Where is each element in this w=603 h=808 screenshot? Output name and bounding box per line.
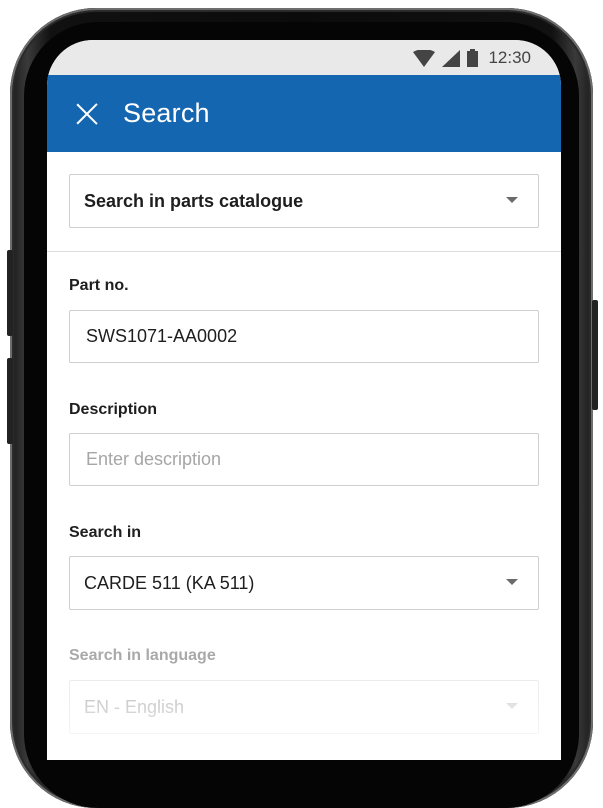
search-in-select[interactable]: CARDE 511 (KA 511) (69, 556, 539, 610)
description-label: Description (69, 401, 158, 418)
wifi-icon (413, 49, 436, 67)
status-bar: 12:30 (47, 40, 561, 75)
chevron-down-icon (506, 703, 518, 709)
signal-icon (442, 49, 461, 67)
page-title: Search (123, 98, 210, 128)
side-button-left-2 (7, 358, 13, 444)
catalogue-select[interactable]: Search in parts catalogue (69, 174, 539, 228)
chevron-down-icon (506, 197, 518, 203)
search-language-label: Search in language (69, 647, 216, 664)
status-time: 12:30 (488, 48, 531, 67)
search-language-select: EN - English (69, 680, 539, 734)
side-button-right (592, 300, 598, 410)
catalogue-select-value: Search in parts catalogue (84, 190, 304, 211)
close-icon[interactable] (73, 100, 101, 128)
part-no-field[interactable] (69, 310, 539, 363)
search-form: Part no. Description Search in CARDE 511… (47, 252, 561, 734)
phone-screen: 12:30 Search Search in parts catalogue P… (47, 40, 561, 760)
description-input[interactable] (84, 448, 538, 471)
search-language-value: EN - English (84, 696, 185, 717)
search-in-label: Search in (69, 524, 142, 541)
battery-icon (467, 49, 479, 67)
catalogue-section: Search in parts catalogue (47, 152, 561, 252)
status-icons: 12:30 (413, 48, 531, 68)
search-in-value: CARDE 511 (KA 511) (84, 572, 255, 593)
chevron-down-icon (506, 579, 518, 585)
app-bar: Search (47, 75, 561, 152)
side-button-left-1 (7, 250, 13, 336)
part-no-input[interactable] (84, 325, 538, 348)
part-no-label: Part no. (69, 277, 129, 294)
description-field[interactable] (69, 433, 539, 486)
